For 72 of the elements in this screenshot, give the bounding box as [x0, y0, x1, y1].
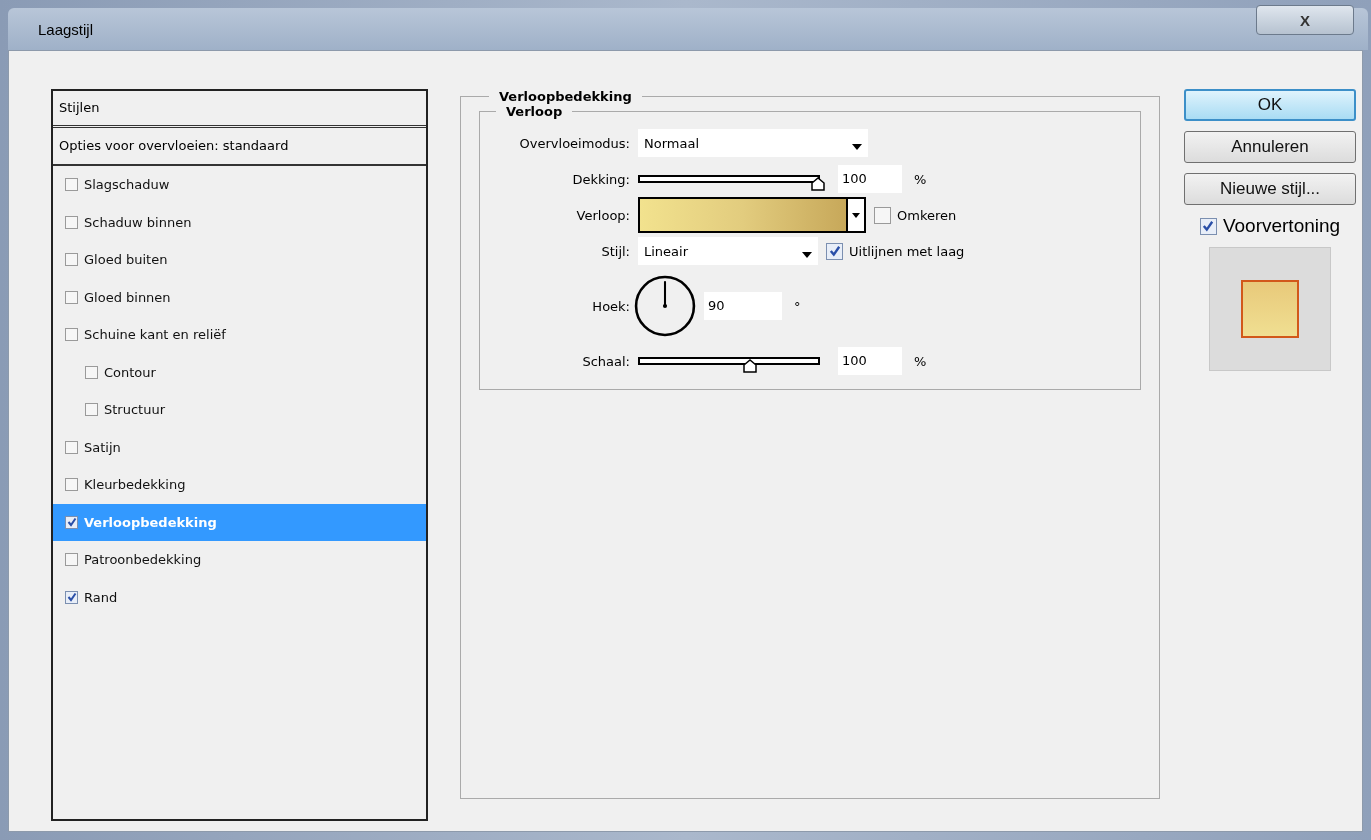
- checkbox[interactable]: [65, 253, 78, 267]
- checkbox[interactable]: [1199, 217, 1217, 235]
- style-list-item[interactable]: Gloed buiten: [53, 241, 426, 279]
- style-label: Structuur: [104, 402, 165, 418]
- style-list-item[interactable]: Contour: [53, 353, 426, 391]
- unit-label: %: [914, 353, 927, 369]
- checkbox[interactable]: [65, 215, 78, 229]
- style-list-item[interactable]: Satijn: [53, 428, 426, 466]
- unit-label: %: [914, 171, 927, 187]
- blending-options-item[interactable]: Opties voor overvloeien: standaard: [53, 128, 426, 166]
- style-label: Schaduw binnen: [84, 214, 192, 230]
- checkbox[interactable]: [65, 290, 78, 304]
- window-title: Laagstijl: [38, 20, 94, 38]
- style-list-item[interactable]: Gloed binnen: [53, 278, 426, 316]
- group-title: Verloopbedekking: [498, 89, 633, 104]
- checkbox[interactable]: [826, 242, 843, 260]
- caret-icon: [852, 144, 862, 150]
- checkbox-label: Voorvertoning: [1222, 215, 1341, 237]
- checkbox-label: Uitlijnen met laag: [849, 243, 965, 259]
- style-label: Slagschaduw: [84, 177, 170, 193]
- style-label: Schuine kant en reliëf: [84, 327, 226, 343]
- style-list-item[interactable]: Rand: [53, 578, 426, 616]
- gradient-picker[interactable]: [638, 197, 866, 233]
- checkbox[interactable]: [85, 403, 98, 417]
- dialog-button[interactable]: Nieuwe stijl...: [1184, 173, 1356, 205]
- blend-mode-dropdown[interactable]: Normaal: [638, 129, 868, 157]
- field-label: Verloop:: [575, 207, 630, 223]
- list-header: Stijlen: [53, 91, 426, 128]
- checkbox[interactable]: [65, 553, 78, 567]
- field-label: Hoek:: [591, 298, 630, 314]
- close-button[interactable]: X: [1256, 5, 1354, 35]
- style-label: Contour: [104, 364, 156, 380]
- caret-icon: [802, 252, 812, 258]
- dialog-button[interactable]: Annuleren: [1184, 131, 1356, 163]
- style-list-item[interactable]: Patroonbedekking: [53, 541, 426, 579]
- checkbox[interactable]: [65, 478, 78, 492]
- field-label: Dekking:: [571, 171, 630, 187]
- style-list-item[interactable]: Kleurbedekking: [53, 466, 426, 504]
- group-title: Verloop: [505, 104, 564, 119]
- style-list-item[interactable]: Schaduw binnen: [53, 203, 426, 241]
- checkbox[interactable]: [65, 440, 78, 454]
- style-label: Patroonbedekking: [84, 552, 202, 568]
- style-list-item[interactable]: Slagschaduw: [53, 166, 426, 204]
- style-label: Gloed binnen: [84, 289, 171, 305]
- checkbox[interactable]: [85, 365, 98, 379]
- field-label: Schaal:: [581, 353, 630, 369]
- scale-field[interactable]: 100: [838, 347, 902, 375]
- style-label: Gloed buiten: [84, 252, 168, 268]
- style-label: Kleurbedekking: [84, 477, 186, 493]
- style-dropdown[interactable]: Lineair: [638, 237, 818, 265]
- dialog-button[interactable]: OK: [1184, 89, 1356, 121]
- checkbox[interactable]: [874, 206, 891, 224]
- style-list-item[interactable]: Structuur: [53, 391, 426, 429]
- angle-dial[interactable]: [634, 275, 696, 337]
- style-list-item[interactable]: Schuine kant en reliëf: [53, 316, 426, 354]
- checkbox[interactable]: [65, 590, 78, 604]
- checkbox-label: Omkeren: [897, 207, 957, 223]
- style-label: Satijn: [84, 439, 121, 455]
- caret-icon: [852, 212, 860, 218]
- slider-thumb[interactable]: [811, 177, 825, 191]
- field-label: Overvloeimodus:: [518, 135, 630, 151]
- checkbox[interactable]: [65, 178, 78, 192]
- checkbox[interactable]: [65, 328, 78, 342]
- style-label: Rand: [84, 589, 118, 605]
- preview-swatch: [1241, 280, 1299, 338]
- checkbox[interactable]: [65, 515, 78, 529]
- slider-thumb[interactable]: [743, 359, 758, 373]
- opacity-field[interactable]: 100: [838, 165, 902, 193]
- field-label: Stijl:: [600, 243, 630, 259]
- angle-field[interactable]: 90: [704, 292, 782, 320]
- style-label: Verloopbedekking: [84, 514, 217, 530]
- unit-label: °: [794, 298, 801, 314]
